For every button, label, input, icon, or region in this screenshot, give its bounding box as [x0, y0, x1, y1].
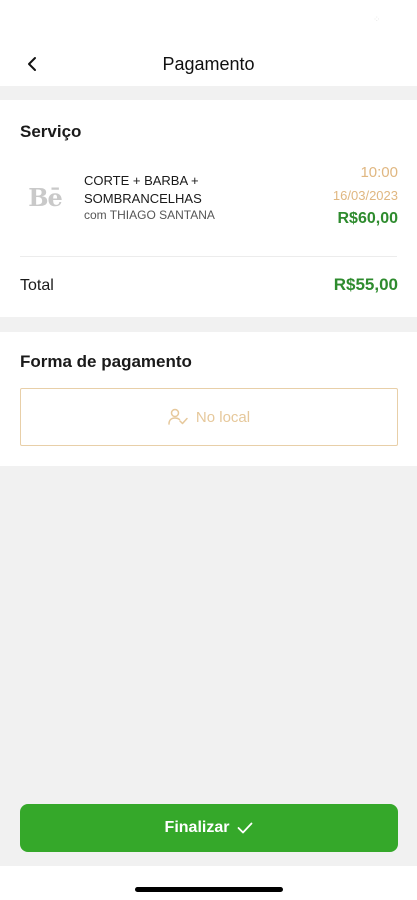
status-bar: ⁘ — [0, 0, 417, 40]
service-professional: com THIAGO SANTANA — [84, 208, 215, 222]
service-date: 16/03/2023 — [332, 188, 398, 203]
page-title: Pagamento — [162, 54, 255, 74]
total-value: R$55,00 — [333, 275, 398, 294]
service-name: CORTE + BARBA + SOMBRANCELHAS — [84, 173, 202, 206]
bottom-safe-area — [0, 866, 417, 900]
finish-label: Finalizar — [164, 819, 230, 836]
service-time: 10:00 — [360, 164, 398, 181]
payment-section-title: Forma de pagamento — [20, 352, 192, 371]
finish-button[interactable]: Finalizar — [20, 804, 398, 852]
service-card: Serviço Bē CORTE + BARBA + SOMBRANCELHAS… — [0, 100, 417, 317]
home-indicator[interactable] — [135, 887, 283, 892]
pay-option-label: No local — [195, 408, 251, 426]
barbershop-logo: Bē — [28, 182, 63, 212]
check-icon — [238, 822, 253, 834]
payment-card: Forma de pagamento No local — [0, 332, 417, 466]
divider — [20, 256, 397, 257]
header: Pagamento — [0, 40, 417, 86]
status-indicator-icon: ⁘ — [373, 14, 381, 24]
service-section-title: Serviço — [20, 122, 82, 141]
service-price: R$60,00 — [337, 210, 399, 227]
pay-on-site-option[interactable]: No local — [20, 388, 398, 446]
user-check-icon — [168, 408, 188, 425]
total-label: Total — [20, 277, 54, 294]
